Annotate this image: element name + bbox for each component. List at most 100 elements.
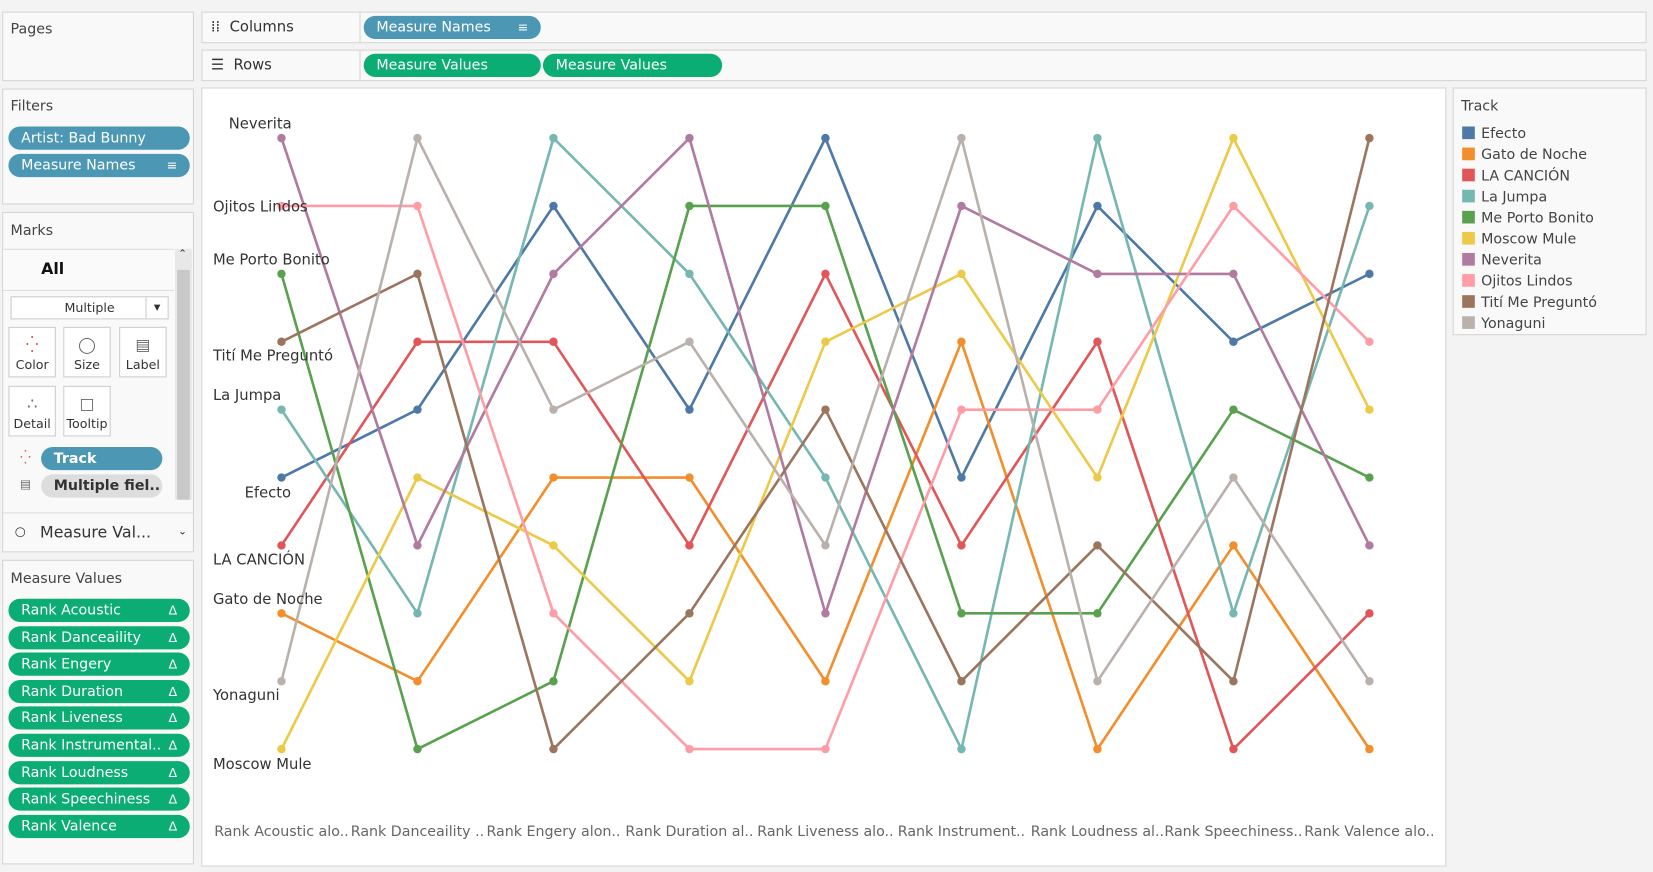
data-point[interactable] (1365, 473, 1374, 482)
data-point[interactable] (957, 609, 966, 618)
data-point[interactable] (957, 133, 966, 143)
data-point[interactable] (957, 337, 966, 346)
scroll-up-icon[interactable]: ⌃ (178, 249, 187, 261)
data-point[interactable] (1365, 541, 1374, 550)
data-point[interactable] (685, 337, 694, 346)
measure-value-pill[interactable]: Rank Loudness Δ (8, 760, 190, 784)
data-point[interactable] (1229, 405, 1238, 414)
data-point[interactable] (1093, 473, 1102, 482)
measure-value-pill[interactable]: Rank Engery Δ (8, 652, 190, 676)
data-point[interactable] (685, 473, 694, 482)
track-pill[interactable]: Track (41, 446, 163, 471)
data-point[interactable] (277, 744, 286, 754)
data-point[interactable] (413, 337, 422, 346)
data-point[interactable] (549, 609, 558, 618)
data-point[interactable] (413, 744, 422, 754)
legend-item[interactable]: Efecto (1462, 125, 1526, 142)
data-point[interactable] (1093, 133, 1102, 143)
data-point[interactable] (821, 269, 830, 279)
data-point[interactable] (821, 677, 830, 686)
legend-item[interactable]: Gato de Noche (1462, 147, 1587, 163)
data-point[interactable] (549, 201, 558, 211)
data-point[interactable] (685, 201, 694, 211)
size-button[interactable]: ◯ Size (63, 326, 111, 378)
data-point[interactable] (821, 744, 830, 754)
data-point[interactable] (549, 744, 558, 754)
series-line[interactable] (280, 134, 1370, 481)
data-point[interactable] (1093, 405, 1102, 414)
data-point[interactable] (1229, 677, 1238, 686)
data-point[interactable] (1093, 201, 1102, 211)
data-point[interactable] (549, 541, 558, 550)
columns-pill-measure-names[interactable]: Measure Names ≡ (363, 15, 541, 40)
data-point[interactable] (957, 541, 966, 550)
data-point[interactable] (277, 609, 286, 618)
data-point[interactable] (413, 405, 422, 414)
measure-value-pill[interactable]: Rank Duration Δ (8, 679, 190, 703)
data-point[interactable] (685, 133, 694, 143)
data-point[interactable] (685, 541, 694, 550)
marks-card-all[interactable]: All (3, 248, 174, 291)
data-point[interactable] (957, 269, 966, 279)
legend-item[interactable]: Me Porto Bonito (1462, 210, 1594, 227)
data-point[interactable] (685, 677, 694, 686)
legend-item[interactable]: Neverita (1462, 252, 1542, 269)
data-point[interactable] (821, 609, 830, 618)
data-point[interactable] (277, 405, 286, 414)
data-point[interactable] (957, 405, 966, 414)
data-point[interactable] (957, 201, 966, 211)
multiple-fields-pill[interactable]: Multiple fiel.. (41, 474, 163, 498)
mark-type-dropdown[interactable]: Multiple ▼ (10, 296, 169, 320)
series-line[interactable] (280, 134, 1371, 750)
legend-item[interactable]: Ojitos Lindos (1462, 273, 1573, 290)
data-point[interactable] (957, 473, 966, 482)
data-point[interactable] (549, 269, 558, 279)
data-point[interactable] (1365, 201, 1374, 211)
data-point[interactable] (1229, 337, 1238, 346)
data-point[interactable] (1365, 744, 1374, 754)
marks-scrollbar[interactable]: ⌃ (174, 248, 192, 500)
data-point[interactable] (821, 541, 830, 550)
data-point[interactable] (1093, 677, 1102, 686)
data-point[interactable] (549, 133, 558, 143)
rows-pill-measure-values-1[interactable]: Measure Values (363, 53, 541, 77)
data-point[interactable] (1229, 201, 1238, 211)
data-point[interactable] (549, 677, 558, 686)
data-point[interactable] (1093, 269, 1102, 279)
legend-item[interactable]: LA CANCIÓN (1462, 168, 1570, 184)
data-point[interactable] (413, 609, 422, 618)
data-point[interactable] (1229, 541, 1238, 550)
bump-chart[interactable]: Efecto Gato de Noche LA CANCIÓN La Jumpa Me … (201, 87, 1447, 867)
data-point[interactable] (821, 201, 830, 211)
data-point[interactable] (821, 133, 830, 143)
data-point[interactable] (413, 677, 422, 686)
filter-pill-measure-names[interactable]: Measure Names ≡ (8, 153, 190, 178)
measure-value-pill[interactable]: Rank Instrumental.. Δ (8, 733, 190, 757)
legend-item[interactable]: Tití Me Preguntó (1462, 294, 1597, 311)
data-point[interactable] (1365, 609, 1374, 618)
series-line[interactable] (280, 135, 1371, 754)
data-point[interactable] (1093, 337, 1102, 346)
measure-value-pill[interactable]: Rank Danceaility Δ (8, 625, 190, 649)
pages-panel[interactable]: Pages (2, 11, 194, 82)
data-point[interactable] (277, 541, 286, 550)
data-point[interactable] (685, 405, 694, 414)
data-point[interactable] (413, 269, 422, 279)
data-point[interactable] (549, 405, 558, 414)
data-point[interactable] (413, 133, 422, 143)
columns-shelf[interactable]: ⁞⁞ Columns Measure Names ≡ (201, 11, 1647, 44)
legend-item[interactable]: Yonaguni (1462, 315, 1545, 332)
data-point[interactable] (1229, 473, 1238, 482)
data-point[interactable] (277, 473, 286, 482)
detail-button[interactable]: ∴ Detail (8, 385, 56, 437)
data-point[interactable] (1093, 609, 1102, 618)
data-point[interactable] (277, 269, 286, 279)
data-point[interactable] (549, 473, 558, 482)
data-point[interactable] (685, 269, 694, 279)
data-point[interactable] (957, 677, 966, 686)
data-point[interactable] (1229, 133, 1238, 143)
rows-pill-measure-values-2[interactable]: Measure Values (542, 53, 723, 77)
data-point[interactable] (277, 337, 286, 346)
data-point[interactable] (277, 677, 286, 686)
data-point[interactable] (1093, 541, 1102, 550)
